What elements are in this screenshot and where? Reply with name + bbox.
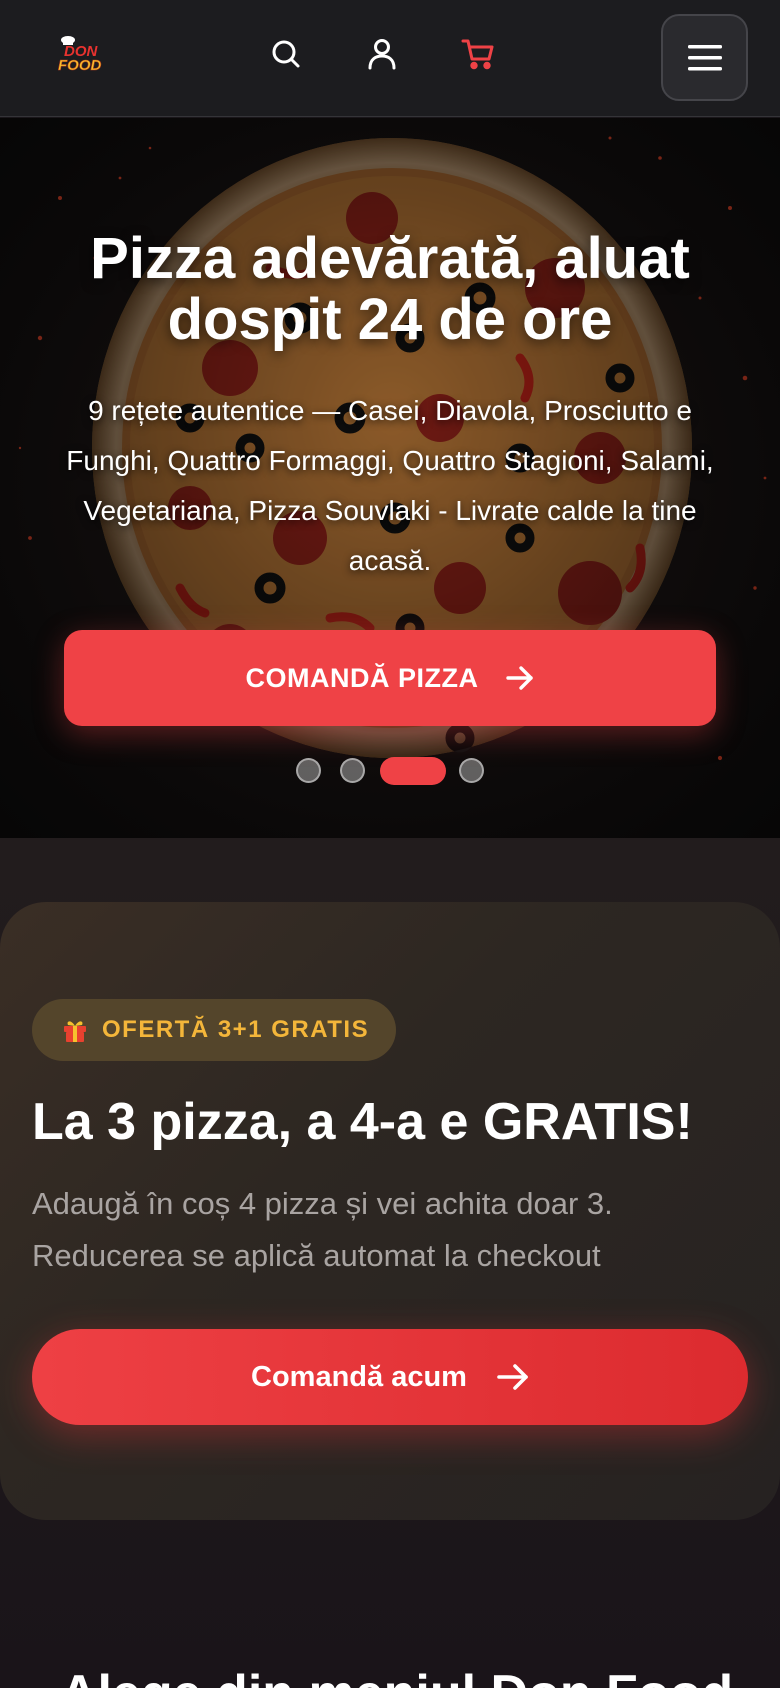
- order-now-button[interactable]: Comandă acum: [32, 1329, 748, 1425]
- carousel-dot-4[interactable]: [459, 758, 484, 783]
- hero-banner: Pizza adevărată, aluat dospit 24 de ore …: [0, 118, 780, 838]
- logo[interactable]: DON FOOD: [52, 34, 112, 76]
- menu-icon: [687, 44, 722, 70]
- top-header: DON FOOD: [0, 0, 780, 117]
- gift-icon: [64, 1021, 86, 1042]
- promo-card: OFERTĂ 3+1 GRATIS La 3 pizza, a 4-a e GR…: [0, 902, 780, 1520]
- menu-section-heading: Alege din meniul Don Food: [60, 1664, 780, 1688]
- menu-button[interactable]: [661, 14, 748, 101]
- order-now-label: Comandă acum: [251, 1360, 467, 1393]
- promo-title: La 3 pizza, a 4-a e GRATIS!: [32, 1093, 693, 1151]
- carousel-dot-2[interactable]: [340, 758, 365, 783]
- order-pizza-button[interactable]: COMANDĂ PIZZA: [64, 630, 716, 726]
- search-icon[interactable]: [266, 34, 306, 74]
- carousel-dot-3[interactable]: [380, 757, 446, 785]
- carousel-dot-1[interactable]: [296, 758, 321, 783]
- arrow-right-icon: [506, 666, 534, 690]
- user-icon[interactable]: [362, 34, 402, 74]
- offer-badge-label: OFERTĂ 3+1 GRATIS: [102, 1016, 370, 1043]
- promo-section: OFERTĂ 3+1 GRATIS La 3 pizza, a 4-a e GR…: [0, 838, 780, 1688]
- page: DON FOOD Pizza adevărată, aluat dospit 2…: [0, 0, 780, 1688]
- hero-subtitle: 9 rețete autentice — Casei, Diavola, Pro…: [66, 395, 714, 576]
- offer-badge: OFERTĂ 3+1 GRATIS: [32, 999, 396, 1061]
- logo-text-food: FOOD: [58, 57, 101, 74]
- order-pizza-label: COMANDĂ PIZZA: [245, 662, 479, 693]
- promo-description: Adaugă în coș 4 pizza și vei achita doar…: [32, 1186, 613, 1273]
- cart-icon[interactable]: [458, 34, 498, 74]
- arrow-right-icon: [497, 1364, 528, 1390]
- hero-title: Pizza adevărată, aluat dospit 24 de ore: [90, 226, 690, 352]
- carousel-indicators: [0, 757, 780, 788]
